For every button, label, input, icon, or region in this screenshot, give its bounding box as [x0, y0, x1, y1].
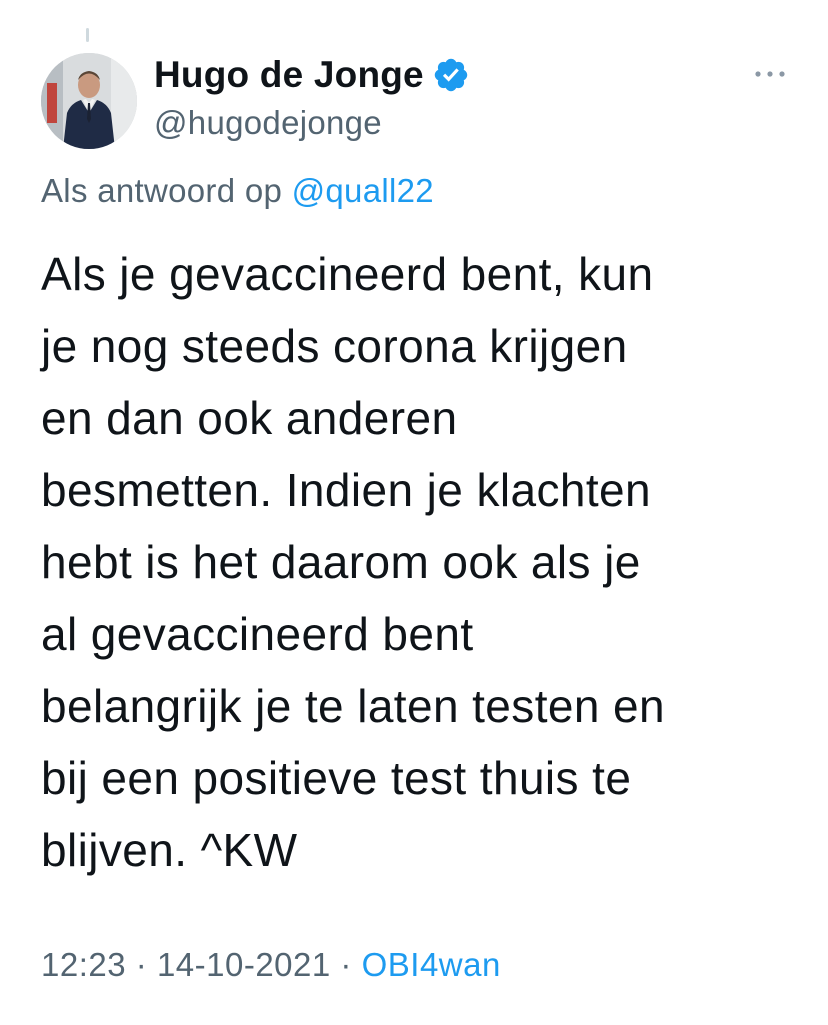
tweet-text-line: al gevaccineerd bent [41, 608, 474, 660]
tweet: Hugo de Jonge @hugodejonge Als antwoord … [0, 0, 828, 1025]
meta-separator: · [340, 946, 352, 983]
verified-badge-icon [432, 56, 470, 94]
thread-line [86, 28, 89, 42]
display-name[interactable]: Hugo de Jonge [154, 54, 424, 96]
name-row: Hugo de Jonge [154, 52, 470, 98]
more-icon[interactable] [752, 64, 788, 84]
tweet-text-line: Als je gevaccineerd bent, kun [41, 248, 654, 300]
tweet-meta: 12:23 · 14-10-2021 · OBI4wan [41, 946, 501, 984]
tweet-text: Als je gevaccineerd bent, kun je nog ste… [41, 238, 801, 886]
avatar-image [41, 53, 137, 149]
tweet-text-line: bij een positieve test thuis te [41, 752, 632, 804]
handle[interactable]: @hugodejonge [154, 104, 470, 142]
meta-separator: · [135, 946, 148, 983]
tweet-text-line: hebt is het daarom ook als je [41, 536, 641, 588]
tweet-source-link[interactable]: OBI4wan [362, 946, 501, 983]
tweet-text-line: belangrijk je te laten testen en [41, 680, 665, 732]
tweet-text-line: en dan ook anderen [41, 392, 458, 444]
tweet-time[interactable]: 12:23 [41, 946, 126, 983]
reply-context: Als antwoord op @quall22 [41, 172, 434, 210]
tweet-date[interactable]: 14-10-2021 [157, 946, 331, 983]
author-info[interactable]: Hugo de Jonge @hugodejonge [154, 52, 470, 142]
tweet-text-line: besmetten. Indien je klachten [41, 464, 651, 516]
tweet-text-line: blijven. ^KW [41, 824, 298, 876]
avatar[interactable] [41, 53, 137, 149]
reply-mention-link[interactable]: @quall22 [292, 172, 434, 209]
tweet-text-line: je nog steeds corona krijgen [41, 320, 628, 372]
reply-prefix: Als antwoord op [41, 172, 283, 209]
